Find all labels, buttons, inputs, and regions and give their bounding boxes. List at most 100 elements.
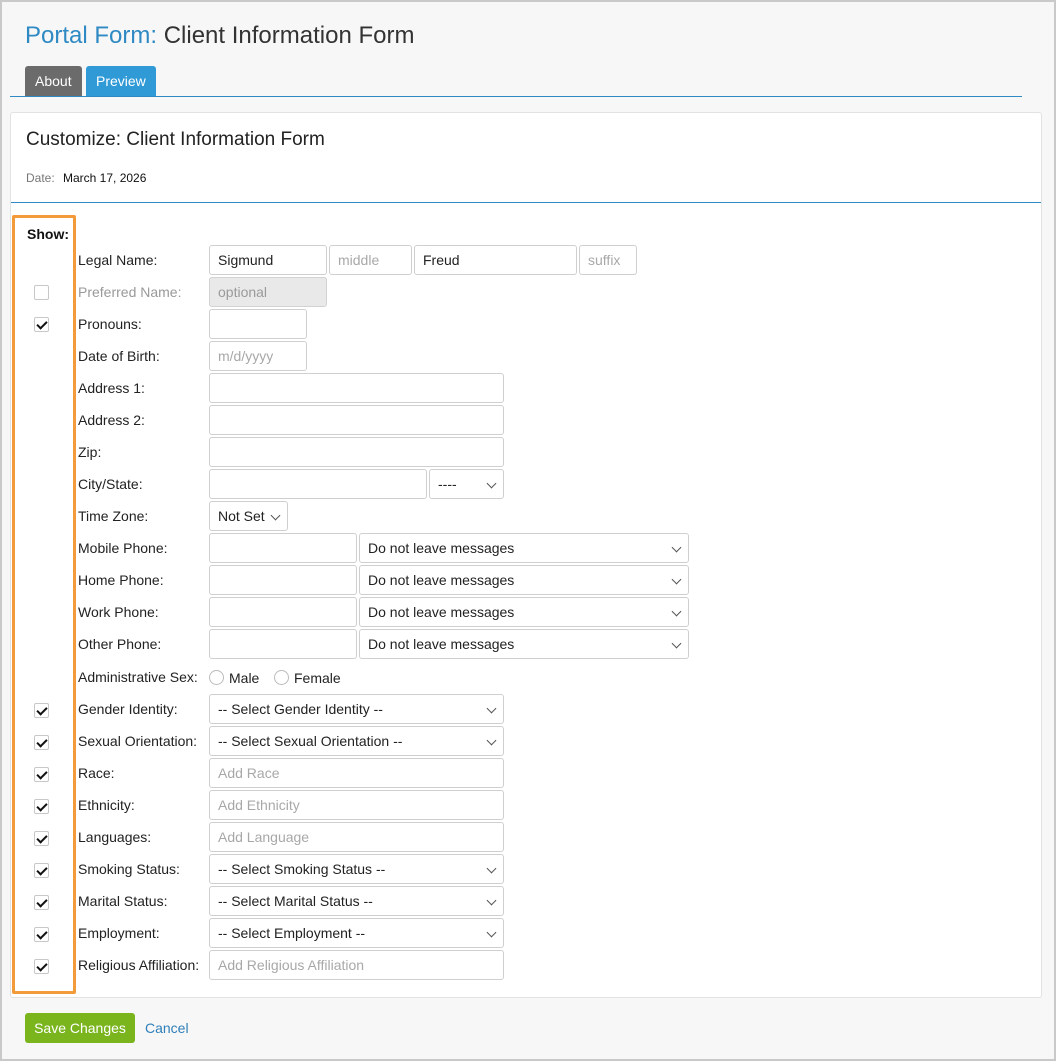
- show-employment-checkbox[interactable]: [34, 927, 49, 942]
- state-select[interactable]: ----: [429, 469, 504, 499]
- mobile-phone-message-value: Do not leave messages: [368, 540, 515, 556]
- smoking-status-label: Smoking Status:: [78, 861, 180, 877]
- address1-input[interactable]: [209, 373, 504, 403]
- chevron-down-icon: [270, 510, 281, 521]
- address2-input[interactable]: [209, 405, 504, 435]
- zip-label: Zip:: [78, 444, 102, 460]
- pronouns-input[interactable]: [209, 309, 307, 339]
- other-phone-label: Other Phone:: [78, 636, 162, 652]
- show-smoking-status-checkbox[interactable]: [34, 863, 49, 878]
- employment-label: Employment:: [78, 925, 160, 941]
- chevron-down-icon: [486, 895, 497, 906]
- gender-identity-value: -- Select Gender Identity --: [218, 701, 383, 717]
- address1-label: Address 1:: [78, 380, 145, 396]
- show-pronouns-checkbox[interactable]: [34, 317, 49, 332]
- time-zone-select[interactable]: Not Set: [209, 501, 288, 531]
- cancel-link[interactable]: Cancel: [145, 1020, 189, 1036]
- sex-male-radio[interactable]: [209, 670, 224, 685]
- last-name-input[interactable]: Freud: [414, 245, 577, 275]
- mobile-phone-message-select[interactable]: Do not leave messages: [359, 533, 689, 563]
- other-phone-message-value: Do not leave messages: [368, 636, 515, 652]
- sex-female-label[interactable]: Female: [294, 670, 341, 686]
- dob-input[interactable]: m/d/yyyy: [209, 341, 307, 371]
- tab-about[interactable]: About: [25, 66, 82, 96]
- other-phone-input[interactable]: [209, 629, 357, 659]
- gender-identity-label: Gender Identity:: [78, 701, 178, 717]
- home-phone-input[interactable]: [209, 565, 357, 595]
- show-race-checkbox[interactable]: [34, 767, 49, 782]
- gender-identity-select[interactable]: -- Select Gender Identity --: [209, 694, 504, 724]
- card-title: Customize: Client Information Form: [26, 129, 325, 150]
- sexual-orientation-value: -- Select Sexual Orientation --: [218, 733, 403, 749]
- chevron-down-icon: [486, 478, 497, 489]
- work-phone-input[interactable]: [209, 597, 357, 627]
- show-languages-checkbox[interactable]: [34, 831, 49, 846]
- show-sexual-orientation-checkbox[interactable]: [34, 735, 49, 750]
- city-state-label: City/State:: [78, 476, 143, 492]
- address2-label: Address 2:: [78, 412, 145, 428]
- mobile-phone-label: Mobile Phone:: [78, 540, 168, 556]
- page-title-text: Client Information Form: [157, 22, 415, 49]
- dob-label: Date of Birth:: [78, 348, 160, 364]
- languages-label: Languages:: [78, 829, 152, 845]
- chevron-down-icon: [486, 703, 497, 714]
- legal-name-label: Legal Name:: [78, 252, 158, 268]
- show-gender-identity-checkbox[interactable]: [34, 703, 49, 718]
- show-preferred-name-checkbox[interactable]: [34, 285, 49, 300]
- employment-select[interactable]: -- Select Employment --: [209, 918, 504, 948]
- chevron-down-icon: [486, 927, 497, 938]
- show-marital-status-checkbox[interactable]: [34, 895, 49, 910]
- home-phone-label: Home Phone:: [78, 572, 164, 588]
- home-phone-message-select[interactable]: Do not leave messages: [359, 565, 689, 595]
- chevron-down-icon: [671, 542, 682, 553]
- smoking-status-select[interactable]: -- Select Smoking Status --: [209, 854, 504, 884]
- work-phone-message-value: Do not leave messages: [368, 604, 515, 620]
- languages-input[interactable]: Add Language: [209, 822, 504, 852]
- marital-status-label: Marital Status:: [78, 893, 168, 909]
- tab-bar: About Preview: [10, 66, 1022, 97]
- time-zone-label: Time Zone:: [78, 508, 149, 524]
- save-changes-button[interactable]: Save Changes: [25, 1013, 135, 1043]
- time-zone-value: Not Set: [218, 508, 265, 524]
- ethnicity-label: Ethnicity:: [78, 797, 135, 813]
- tab-preview[interactable]: Preview: [86, 66, 156, 96]
- admin-sex-label: Administrative Sex:: [78, 669, 198, 685]
- page-title: Portal Form: Client Information Form: [25, 22, 414, 50]
- city-input[interactable]: [209, 469, 427, 499]
- other-phone-message-select[interactable]: Do not leave messages: [359, 629, 689, 659]
- home-phone-message-value: Do not leave messages: [368, 572, 515, 588]
- marital-status-value: -- Select Marital Status --: [218, 893, 373, 909]
- suffix-input[interactable]: suffix: [579, 245, 637, 275]
- race-input[interactable]: Add Race: [209, 758, 504, 788]
- date-label: Date:: [26, 171, 55, 185]
- smoking-status-value: -- Select Smoking Status --: [218, 861, 386, 877]
- chevron-down-icon: [486, 863, 497, 874]
- sex-male-label[interactable]: Male: [229, 670, 259, 686]
- breadcrumb-portal-form[interactable]: Portal Form: [25, 22, 150, 49]
- marital-status-select[interactable]: -- Select Marital Status --: [209, 886, 504, 916]
- mobile-phone-input[interactable]: [209, 533, 357, 563]
- ethnicity-input[interactable]: Add Ethnicity: [209, 790, 504, 820]
- sexual-orientation-label: Sexual Orientation:: [78, 733, 198, 749]
- religious-affiliation-label: Religious Affiliation:: [78, 957, 200, 973]
- sexual-orientation-select[interactable]: -- Select Sexual Orientation --: [209, 726, 504, 756]
- card-divider: [11, 202, 1041, 203]
- preferred-name-label: Preferred Name:: [78, 284, 182, 300]
- religious-affiliation-input[interactable]: Add Religious Affiliation: [209, 950, 504, 980]
- state-select-value: ----: [438, 476, 457, 492]
- work-phone-label: Work Phone:: [78, 604, 159, 620]
- sex-female-radio[interactable]: [274, 670, 289, 685]
- race-label: Race:: [78, 765, 115, 781]
- show-column-label: Show:: [27, 226, 69, 242]
- zip-input[interactable]: [209, 437, 504, 467]
- middle-name-input[interactable]: middle: [329, 245, 412, 275]
- show-ethnicity-checkbox[interactable]: [34, 799, 49, 814]
- preferred-name-input: optional: [209, 277, 327, 307]
- chevron-down-icon: [671, 574, 682, 585]
- show-religious-affiliation-checkbox[interactable]: [34, 959, 49, 974]
- chevron-down-icon: [671, 606, 682, 617]
- work-phone-message-select[interactable]: Do not leave messages: [359, 597, 689, 627]
- date-value: March 17, 2026: [63, 171, 147, 185]
- first-name-input[interactable]: Sigmund: [209, 245, 327, 275]
- chevron-down-icon: [671, 638, 682, 649]
